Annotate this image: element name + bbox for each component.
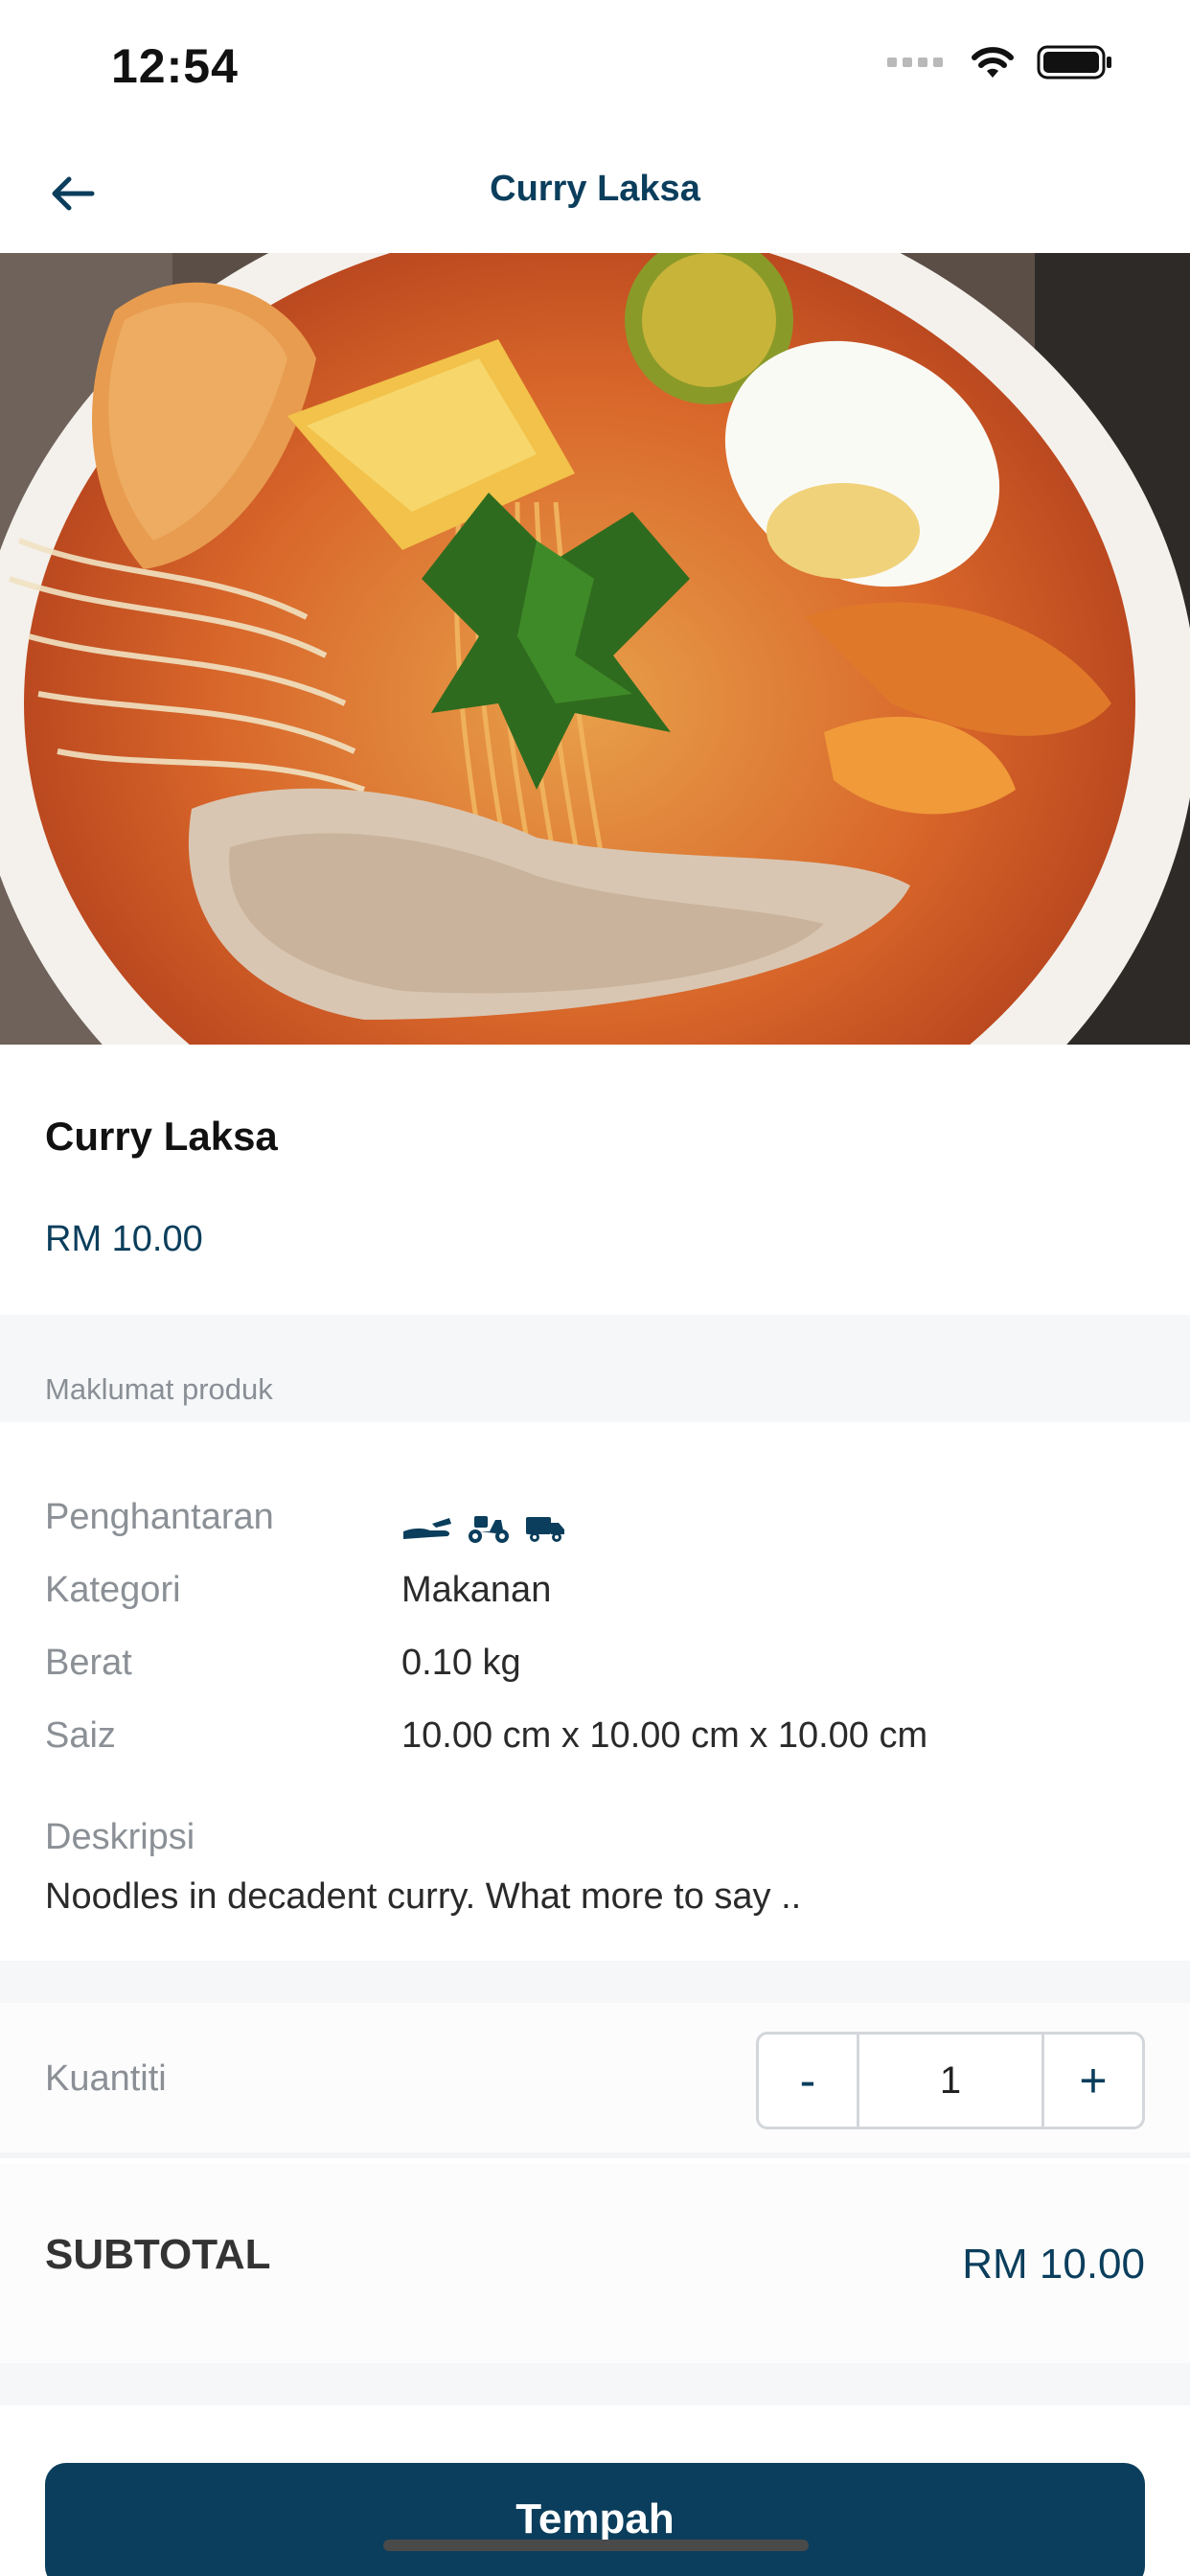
divider [0,1961,1190,2003]
quantity-value[interactable]: 1 [857,2035,1044,2127]
section-header: Maklumat produk [0,1315,1190,1422]
product-image [0,253,1190,1045]
product-details: Penghantaran Kategori Makanan Berat 0.10… [0,1422,1190,1961]
delivery-label: Penghantaran [45,1497,274,1537]
home-indicator [383,2540,809,2551]
increase-button[interactable]: + [1044,2035,1142,2127]
delivery-options [401,1512,566,1545]
status-icons [887,44,1113,80]
size-value: 10.00 cm x 10.00 cm x 10.00 cm [401,1715,928,1756]
divider [0,2363,1190,2405]
category-label: Kategori [45,1570,181,1610]
navigation-bar: Curry Laksa [0,134,1190,253]
subtotal-value: RM 10.00 [962,2241,1145,2288]
category-value: Makanan [401,1570,552,1610]
weight-value: 0.10 kg [401,1643,521,1683]
description-text: Noodles in decadent curry. What more to … [45,1876,802,1917]
size-label: Saiz [45,1715,116,1756]
quantity-label: Kuantiti [45,2058,167,2099]
product-header: Curry Laksa RM 10.00 [0,1045,1190,1315]
status-bar: 12:54 [0,0,1190,134]
signal-icon [887,58,943,67]
order-button[interactable]: Tempah [45,2463,1145,2576]
section-label: Maklumat produk [45,1372,273,1406]
hand-pickup-icon [403,1518,451,1539]
truck-icon [526,1517,564,1542]
description-label: Deskripsi [45,1817,195,1857]
page-title: Curry Laksa [490,169,700,209]
decrease-button[interactable]: - [759,2035,857,2127]
wifi-icon [972,47,1014,78]
weight-label: Berat [45,1643,132,1683]
quantity-row: Kuantiti - 1 + [0,2003,1190,2158]
product-price: RM 10.00 [45,1219,203,1259]
motorbike-icon [469,1516,509,1543]
quantity-stepper: - 1 + [756,2032,1145,2129]
subtotal-row: SUBTOTAL RM 10.00 [0,2164,1190,2363]
status-time: 12:54 [111,39,239,93]
battery-icon [1037,45,1111,80]
subtotal-label: SUBTOTAL [45,2231,271,2278]
order-button-label: Tempah [515,2496,675,2542]
product-name: Curry Laksa [45,1114,278,1159]
